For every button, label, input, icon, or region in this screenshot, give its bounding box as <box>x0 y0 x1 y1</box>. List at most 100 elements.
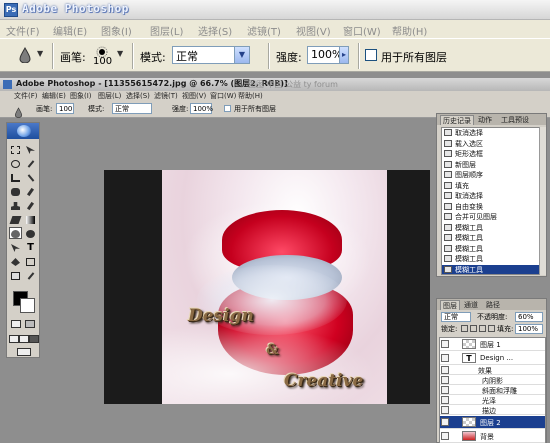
menu-filter[interactable]: 滤镜(T) <box>247 23 281 38</box>
history-item[interactable]: 模糊工具 <box>442 233 543 243</box>
layer-row[interactable]: 图层 1 <box>440 338 545 351</box>
pen-tool-icon[interactable] <box>9 255 22 267</box>
blur-tool-icon[interactable] <box>18 46 32 64</box>
brush-dropdown-arrow-icon[interactable]: ▼ <box>117 49 123 58</box>
history-item[interactable]: 模糊工具 <box>442 223 543 233</box>
history-item[interactable]: 模糊工具 <box>442 244 543 254</box>
magic-wand-tool-icon[interactable] <box>24 157 37 169</box>
adobe-feather-icon[interactable] <box>17 125 31 137</box>
eye-icon[interactable] <box>441 432 449 440</box>
blur-tool-button[interactable] <box>9 227 22 239</box>
history-brush-tool-icon[interactable] <box>24 199 37 211</box>
eye-icon[interactable] <box>441 386 449 394</box>
opacity-input[interactable]: 60% <box>515 312 543 322</box>
lips-smoke-photo[interactable]: Design & Creative <box>162 170 387 404</box>
menu-help[interactable]: 帮助(H) <box>392 23 427 38</box>
history-item[interactable]: 取消选择 <box>442 191 543 201</box>
fill-input[interactable]: 100% <box>515 324 543 334</box>
healing-brush-tool-icon[interactable] <box>9 185 22 197</box>
eye-icon[interactable] <box>441 340 449 348</box>
quick-mask-mode-icon[interactable] <box>25 320 35 328</box>
type-tool-icon[interactable]: T <box>24 241 37 253</box>
eye-icon[interactable] <box>441 376 449 384</box>
tab-paths[interactable]: 路径 <box>484 300 502 310</box>
screen-mode-full-icon[interactable] <box>29 335 39 343</box>
all-layers-checkbox[interactable] <box>365 49 377 61</box>
menu-window[interactable]: 窗口(W) <box>343 23 381 38</box>
inner-mode-select[interactable]: 正常 <box>112 103 152 114</box>
lock-all-icon[interactable] <box>488 325 495 332</box>
menu-edit[interactable]: 编辑(E) <box>53 23 87 38</box>
menu-file[interactable]: 文件(F) <box>6 23 40 38</box>
menu-image[interactable]: 图象(I) <box>101 23 132 38</box>
inner-strength-input[interactable]: 100% <box>190 103 213 114</box>
screen-mode-full-menu-icon[interactable] <box>19 335 29 343</box>
standard-mode-icon[interactable] <box>11 320 21 328</box>
menu-view[interactable]: 视图(V) <box>296 23 331 38</box>
path-selection-tool-icon[interactable] <box>9 241 22 253</box>
inner-all-layers-checkbox[interactable] <box>224 105 231 112</box>
hand-tool-icon[interactable] <box>9 279 22 291</box>
history-state-icon <box>444 244 452 252</box>
history-item[interactable]: 合并可见图层 <box>442 212 543 222</box>
eye-icon[interactable] <box>441 354 449 362</box>
layer-row[interactable]: 光泽 <box>440 396 545 405</box>
history-item[interactable]: 填充 <box>442 181 543 191</box>
tab-actions[interactable]: 动作 <box>476 115 494 125</box>
history-item[interactable]: 取消选择 <box>442 128 543 138</box>
history-item[interactable]: 模糊工具 <box>442 264 543 274</box>
inner-blur-tool-icon[interactable] <box>14 103 23 122</box>
layer-row[interactable]: 描边 <box>440 406 545 415</box>
layer-row[interactable]: 内阴影 <box>440 376 545 385</box>
eye-icon[interactable] <box>441 396 449 404</box>
layer-name: 斜面和浮雕 <box>482 387 517 395</box>
history-palette: 历史记录 动作 工具预设 取消选择 载入选区 矩形选框 新图层 图层顺序 填充 取消选择 自由… <box>436 113 547 277</box>
menu-select[interactable]: 选择(S) <box>198 23 232 38</box>
eye-icon[interactable] <box>441 418 449 426</box>
zoom-tool-icon[interactable] <box>24 279 37 291</box>
screen-mode-standard-icon[interactable] <box>9 335 19 343</box>
clone-stamp-tool-icon[interactable] <box>9 199 22 211</box>
lock-transparent-icon[interactable] <box>461 325 468 332</box>
lock-move-icon[interactable] <box>479 325 486 332</box>
history-item[interactable]: 新图层 <box>442 160 543 170</box>
inner-brush-size[interactable]: 100 <box>56 103 74 114</box>
history-scrollbar[interactable] <box>539 127 546 275</box>
tab-history[interactable]: 历史记录 <box>440 115 474 125</box>
lasso-tool-icon[interactable] <box>9 157 22 169</box>
history-item[interactable]: 模糊工具 <box>442 254 543 264</box>
tool-preset-arrow-icon[interactable]: ▼ <box>37 49 43 58</box>
blend-mode-select[interactable]: 正常 <box>441 312 471 322</box>
marquee-tool-icon[interactable] <box>9 143 22 155</box>
eraser-tool-icon[interactable] <box>9 213 22 225</box>
tab-tool-presets[interactable]: 工具预设 <box>499 115 531 125</box>
shape-tool-icon[interactable] <box>24 255 37 267</box>
move-tool-icon[interactable] <box>24 143 37 155</box>
tab-layers[interactable]: 图层 <box>440 300 460 310</box>
jump-to-imageready-icon[interactable] <box>17 348 31 356</box>
gradient-tool-icon[interactable] <box>24 213 37 225</box>
history-item[interactable]: 矩形选框 <box>442 149 543 159</box>
crop-tool-icon[interactable] <box>9 171 22 183</box>
mode-label: 模式: <box>140 51 166 64</box>
layer-row[interactable]: 效果 <box>440 366 545 375</box>
slice-tool-icon[interactable] <box>24 171 37 183</box>
background-color-swatch[interactable] <box>20 298 35 313</box>
history-item[interactable]: 图层顺序 <box>442 170 543 180</box>
mode-select[interactable]: 正常 ▼ <box>172 46 250 64</box>
tab-channels[interactable]: 通道 <box>462 300 480 310</box>
menu-layer[interactable]: 图层(L) <box>150 23 183 38</box>
history-item[interactable]: 载入选区 <box>442 139 543 149</box>
layer-row[interactable]: 背景 <box>440 430 545 443</box>
brush-preview-icon[interactable] <box>96 43 108 58</box>
history-item[interactable]: 自由变换 <box>442 202 543 212</box>
eye-icon[interactable] <box>441 366 449 374</box>
dodge-tool-icon[interactable] <box>24 227 37 239</box>
layer-row[interactable]: 图层 2 <box>440 416 545 429</box>
layer-row[interactable]: T Design ... <box>440 352 545 365</box>
lock-paint-icon[interactable] <box>470 325 477 332</box>
brush-tool-icon[interactable] <box>24 185 37 197</box>
layer-row[interactable]: 斜面和浮雕 <box>440 386 545 395</box>
eye-icon[interactable] <box>441 406 449 414</box>
strength-input[interactable]: 100% ▸ <box>307 46 349 64</box>
